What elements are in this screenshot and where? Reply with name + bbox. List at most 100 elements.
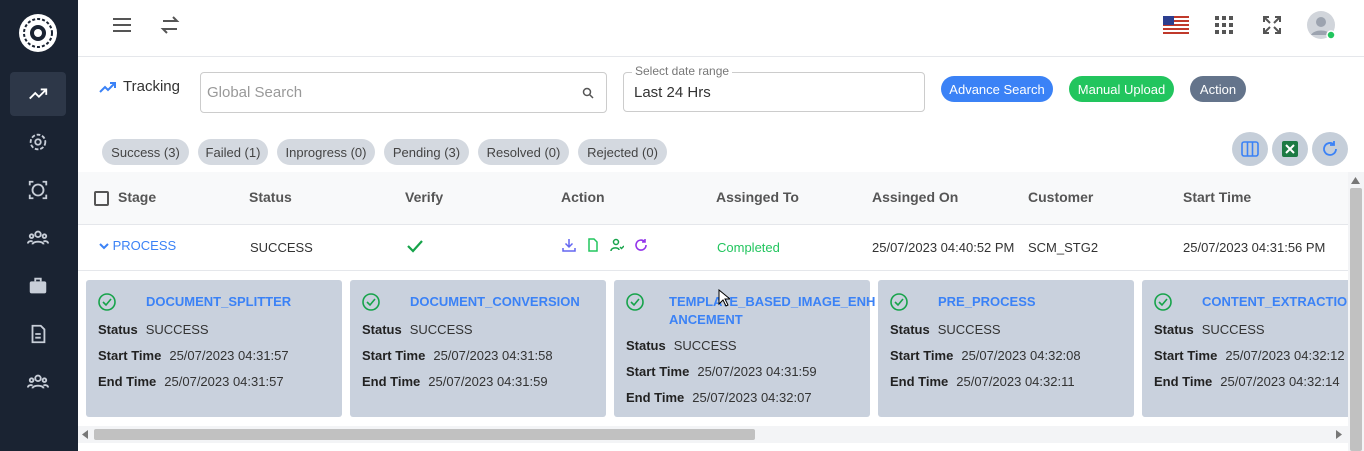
tracking-label: Tracking bbox=[123, 78, 180, 95]
assigned-to-value: Completed bbox=[717, 240, 780, 255]
date-range-select[interactable]: Select date range Last 24 Hrs bbox=[623, 64, 925, 112]
stage-card-status: Status SUCCESS bbox=[626, 338, 737, 353]
success-check-icon bbox=[98, 293, 116, 311]
scan-icon bbox=[28, 180, 48, 200]
file-icon[interactable] bbox=[586, 238, 600, 252]
menu-icon[interactable] bbox=[109, 12, 135, 38]
stage-card-title: DOCUMENT_SPLITTER bbox=[146, 294, 292, 309]
sidebar bbox=[0, 0, 78, 451]
sidebar-item-briefcase[interactable] bbox=[10, 264, 66, 308]
filter-rejected[interactable]: Rejected (0) bbox=[578, 139, 667, 165]
stage-card-status: Status SUCCESS bbox=[1154, 322, 1265, 337]
filter-resolved[interactable]: Resolved (0) bbox=[478, 139, 569, 165]
scroll-up-icon[interactable] bbox=[1351, 177, 1360, 184]
search-icon[interactable] bbox=[582, 87, 594, 99]
stage-card[interactable]: CONTENT_EXTRACTION Status SUCCESS Start T… bbox=[1142, 280, 1348, 417]
refresh-button[interactable] bbox=[1312, 132, 1348, 166]
sidebar-item-documents[interactable] bbox=[10, 312, 66, 356]
filter-failed[interactable]: Failed (1) bbox=[198, 139, 268, 165]
scroll-left-icon[interactable] bbox=[82, 430, 90, 439]
header-assigned-to[interactable]: Assinged To bbox=[716, 189, 799, 205]
gear-icon bbox=[29, 133, 47, 151]
stage-card-title: CONTENT_EXTRACTION bbox=[1202, 294, 1348, 309]
stage-card-end: End Time 25/07/2023 04:32:11 bbox=[890, 374, 1075, 389]
date-range-label: Select date range bbox=[632, 64, 733, 78]
header-verify[interactable]: Verify bbox=[405, 189, 443, 205]
avatar[interactable] bbox=[1306, 10, 1336, 40]
team-icon bbox=[27, 374, 49, 389]
header-stage[interactable]: Stage bbox=[118, 189, 156, 205]
header-assigned-on[interactable]: Assinged On bbox=[872, 189, 958, 205]
header-status[interactable]: Status bbox=[249, 189, 292, 205]
header-customer[interactable]: Customer bbox=[1028, 189, 1093, 205]
horizontal-scrollbar[interactable] bbox=[78, 426, 1348, 443]
logo-icon[interactable] bbox=[17, 12, 59, 54]
verify-check-icon bbox=[407, 239, 423, 256]
excel-export-button[interactable] bbox=[1272, 132, 1308, 166]
filter-success[interactable]: Success (3) bbox=[102, 139, 189, 165]
stage-card-end: End Time 25/07/2023 04:31:59 bbox=[362, 374, 548, 389]
download-icon[interactable] bbox=[562, 238, 576, 252]
stage-card[interactable]: DOCUMENT_CONVERSION Status SUCCESS Start … bbox=[350, 280, 606, 417]
stage-card-start: Start Time 25/07/2023 04:31:59 bbox=[626, 364, 817, 379]
success-check-icon bbox=[1154, 293, 1172, 311]
sidebar-item-team[interactable] bbox=[10, 360, 66, 404]
sidebar-item-tracking[interactable] bbox=[10, 72, 66, 116]
row-actions bbox=[562, 238, 648, 252]
vertical-scroll-thumb[interactable] bbox=[1350, 188, 1362, 451]
stage-detail-panel: DOCUMENT_SPLITTER Status SUCCESS Start Ti… bbox=[78, 271, 1348, 426]
filter-pending[interactable]: Pending (3) bbox=[384, 139, 469, 165]
columns-button[interactable] bbox=[1232, 132, 1268, 166]
stage-card-status: Status SUCCESS bbox=[890, 322, 1001, 337]
fullscreen-icon[interactable] bbox=[1259, 12, 1285, 38]
stage-card-end: End Time 25/07/2023 04:32:14 bbox=[1154, 374, 1340, 389]
stage-value: PROCESS bbox=[112, 238, 177, 253]
stage-card-status: Status SUCCESS bbox=[362, 322, 473, 337]
table-header: Stage Status Verify Action Assinged To A… bbox=[78, 172, 1348, 225]
apps-grid-icon[interactable] bbox=[1211, 12, 1237, 38]
stage-card-start: Start Time 25/07/2023 04:32:08 bbox=[890, 348, 1081, 363]
trending-up-icon bbox=[99, 81, 116, 93]
sidebar-item-users[interactable] bbox=[10, 216, 66, 260]
stage-card-start: Start Time 25/07/2023 04:31:58 bbox=[362, 348, 553, 363]
action-button[interactable]: Action bbox=[1190, 76, 1246, 102]
assign-user-icon[interactable] bbox=[610, 238, 624, 252]
refresh-icon bbox=[1323, 141, 1337, 156]
search-input[interactable]: Global Search bbox=[200, 72, 607, 113]
columns-icon bbox=[1241, 141, 1259, 157]
briefcase-icon bbox=[29, 277, 47, 294]
sidebar-item-settings[interactable] bbox=[10, 120, 66, 164]
swap-icon[interactable] bbox=[157, 12, 183, 38]
stage-card-title: DOCUMENT_CONVERSION bbox=[410, 294, 580, 309]
start-time-value: 25/07/2023 04:31:56 PM bbox=[1183, 240, 1326, 255]
header-action[interactable]: Action bbox=[561, 189, 605, 205]
scroll-right-icon[interactable] bbox=[1334, 430, 1342, 439]
vertical-scrollbar[interactable] bbox=[1348, 172, 1364, 451]
sidebar-item-scan[interactable] bbox=[10, 168, 66, 212]
filter-inprogress[interactable]: Inprogress (0) bbox=[277, 139, 375, 165]
stage-card-status: Status SUCCESS bbox=[98, 322, 209, 337]
retry-icon[interactable] bbox=[634, 238, 648, 252]
stage-card[interactable]: TEMPLATE_BASED_IMAGE_ENH ANCEMENT Status S… bbox=[614, 280, 875, 417]
stage-card-title: PRE_PROCESS bbox=[938, 294, 1036, 309]
stage-card-title: TEMPLATE_BASED_IMAGE_ENH ANCEMENT bbox=[669, 294, 876, 327]
users-icon bbox=[27, 230, 49, 245]
status-value: SUCCESS bbox=[250, 240, 313, 255]
horizontal-scroll-thumb[interactable] bbox=[94, 429, 755, 440]
success-check-icon bbox=[890, 293, 908, 311]
header-start-time[interactable]: Start Time bbox=[1183, 189, 1251, 205]
tracking-heading: Tracking bbox=[99, 78, 180, 95]
customer-value: SCM_STG2 bbox=[1028, 240, 1099, 255]
chevron-down-icon bbox=[99, 243, 109, 250]
stage-card[interactable]: DOCUMENT_SPLITTER Status SUCCESS Start Ti… bbox=[86, 280, 342, 417]
expand-stage[interactable]: PROCESS bbox=[99, 238, 176, 253]
stage-card[interactable]: PRE_PROCESS Status SUCCESS Start Time 25/0… bbox=[878, 280, 1134, 417]
advance-search-button[interactable]: Advance Search bbox=[941, 76, 1053, 102]
excel-icon bbox=[1282, 141, 1298, 157]
search-placeholder: Global Search bbox=[207, 84, 303, 101]
manual-upload-button[interactable]: Manual Upload bbox=[1069, 76, 1174, 102]
stage-card-start: Start Time 25/07/2023 04:32:12 bbox=[1154, 348, 1345, 363]
select-all-checkbox[interactable] bbox=[94, 191, 109, 206]
stage-card-end: End Time 25/07/2023 04:31:57 bbox=[98, 374, 284, 389]
us-flag-icon[interactable] bbox=[1163, 12, 1189, 38]
